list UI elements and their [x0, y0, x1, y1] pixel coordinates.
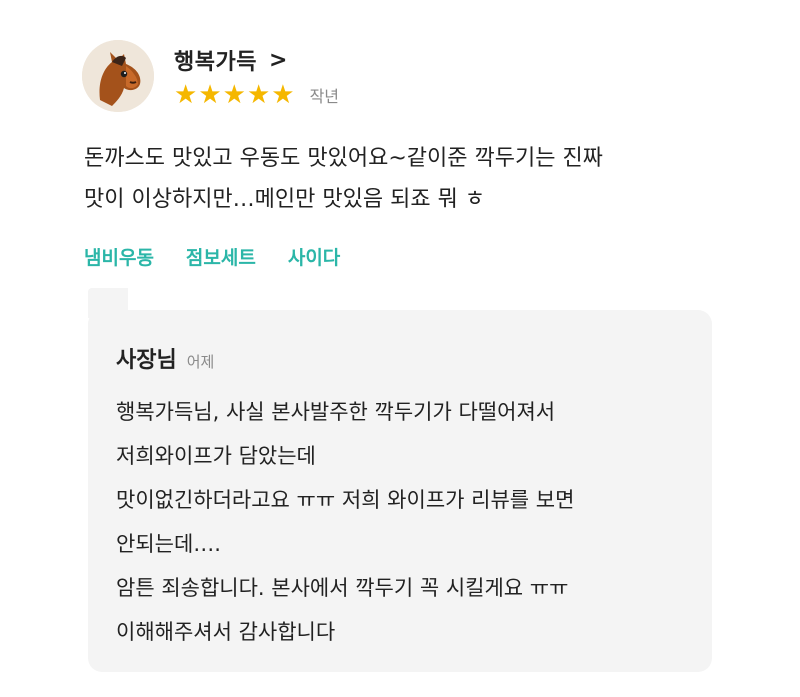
owner-reply-line: 안되는데…. [116, 532, 221, 556]
reviewer-name: 행복가득 [174, 50, 257, 75]
review-text: 돈까스도 맛있고 우동도 맛있어요~같이준 깍두기는 진짜맛이 이상하지만…메인… [84, 138, 764, 220]
menu-tag[interactable]: 냄비우동 [84, 243, 154, 270]
owner-reply-author: 사장님 [116, 348, 177, 373]
star-icon: ★ [174, 80, 198, 110]
owner-reply-line: 맛이없긴하더라고요 ㅠㅠ 저희 와이프가 리뷰를 보면 [116, 488, 575, 512]
owner-reply-line: 저희와이프가 담았는데 [116, 444, 316, 468]
menu-tags: 냄비우동 점보세트 사이다 [84, 243, 372, 270]
menu-tag[interactable]: 사이다 [288, 243, 340, 270]
reviewer-profile-link[interactable]: 행복가득 > [174, 44, 287, 76]
star-icon: ★ [222, 80, 246, 110]
rating-row: ★★★★★ 작년 [174, 82, 339, 108]
star-icon: ★ [271, 80, 295, 110]
owner-reply-line: 암튼 죄송합니다. 본사에서 깍두기 꼭 시킬게요 ㅠㅠ [116, 576, 569, 600]
review-date: 작년 [309, 87, 340, 106]
review-text-line: 돈까스도 맛있고 우동도 맛있어요~같이준 깍두기는 진짜 [84, 146, 603, 171]
owner-reply-line: 행복가득님, 사실 본사발주한 깍두기가 다떨어져서 [116, 400, 556, 424]
horse-avatar-icon [82, 40, 154, 112]
chevron-right-icon: > [268, 47, 288, 73]
reviewer-avatar[interactable] [82, 40, 154, 112]
owner-reply-text: 행복가득님, 사실 본사발주한 깍두기가 다떨어져서저희와이프가 담았는데맛이없… [116, 390, 696, 654]
owner-reply-header: 사장님 어제 [116, 342, 214, 374]
star-rating: ★★★★★ [174, 82, 296, 108]
owner-reply-date: 어제 [186, 353, 215, 371]
star-icon: ★ [246, 80, 271, 110]
owner-reply-line: 이해해주셔서 감사합니다 [116, 620, 336, 644]
menu-tag[interactable]: 점보세트 [186, 243, 256, 270]
review-text-line: 맛이 이상하지만…메인만 맛있음 되죠 뭐 ㅎ [84, 187, 486, 212]
star-icon: ★ [198, 80, 222, 110]
